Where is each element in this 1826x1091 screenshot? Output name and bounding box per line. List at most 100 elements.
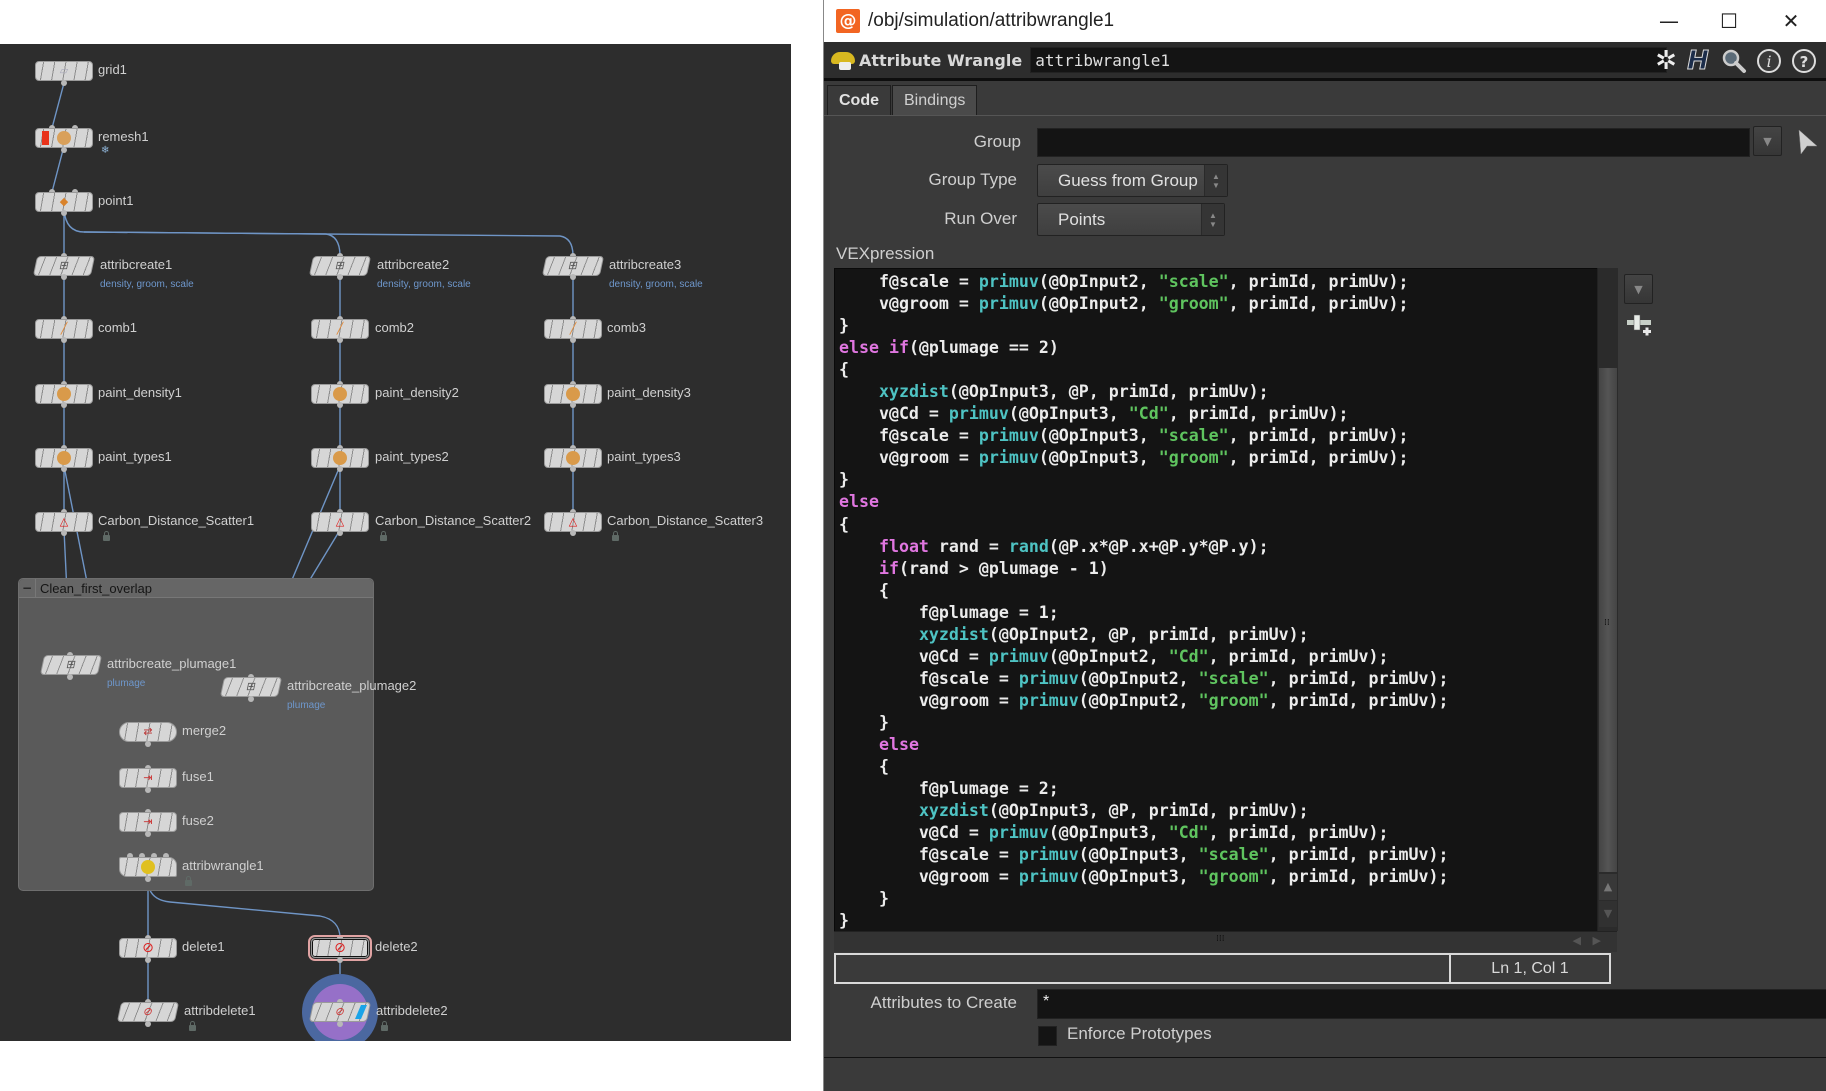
node-fuse1[interactable]: ⇥: [119, 768, 177, 788]
tab-code[interactable]: Code: [827, 85, 891, 115]
grid-icon: ▱: [59, 64, 69, 77]
remesh-icon: [57, 131, 71, 145]
scroll-down-button[interactable]: ▼: [1599, 901, 1617, 927]
node-merge2[interactable]: ⇄: [119, 722, 177, 742]
node-attribcreate-plumage1[interactable]: ⊞: [39, 655, 103, 675]
run-over-value: Points: [1058, 210, 1106, 229]
close-button[interactable]: ✕: [1761, 0, 1821, 42]
node-attribcreate-plumage2[interactable]: ⊞: [219, 677, 283, 697]
group-field[interactable]: [1037, 128, 1750, 157]
node-paint-types3[interactable]: [544, 448, 602, 468]
node-attribcreate2[interactable]: ⊞: [308, 256, 372, 276]
node-label: paint_density3: [607, 385, 691, 400]
paint-icon: [333, 451, 347, 465]
add-snippet-slider-icon[interactable]: [1624, 312, 1654, 346]
node-paint-types2[interactable]: [311, 448, 369, 468]
editor-vertical-scrollbar[interactable]: ⁞⁞ ▲ ▼: [1597, 268, 1618, 931]
node-label: paint_types2: [375, 449, 449, 464]
scatter-triangle-icon: △: [59, 515, 69, 528]
node-label: attribdelete1: [184, 1003, 256, 1018]
wire: [51, 82, 65, 129]
svg-text:?: ?: [1800, 53, 1809, 71]
node-carbon-distance-scatter1[interactable]: △: [35, 512, 93, 532]
group-type-label: Group Type: [928, 170, 1017, 189]
attributes-to-create-field[interactable]: *: [1037, 989, 1826, 1019]
node-delete2[interactable]: ⊘: [308, 935, 372, 961]
help-icon[interactable]: ?: [1790, 47, 1818, 75]
node-label: attribcreate3: [609, 257, 682, 272]
enforce-prototypes-checkbox[interactable]: [1038, 1026, 1057, 1046]
delete-prohibited-icon: ⊘: [334, 940, 346, 956]
network-view[interactable]: − Clean_first_overlap ▱ grid1 remesh1 ❄ …: [0, 44, 791, 1041]
minimize-button[interactable]: —: [1639, 0, 1699, 42]
node-label: Carbon_Distance_Scatter2: [375, 513, 532, 528]
node-label: comb1: [98, 320, 138, 335]
node-attribwrangle1[interactable]: [119, 857, 177, 877]
svg-text:i: i: [1766, 52, 1771, 71]
network-box-label: Clean_first_overlap: [40, 580, 153, 596]
node-paint-density1[interactable]: [35, 384, 93, 404]
node-carbon-distance-scatter2[interactable]: △: [311, 512, 369, 532]
comb-icon: ╱: [60, 322, 68, 335]
operator-bar: Attribute Wrangle attribwrangle1 ✲ H i ?: [824, 42, 1826, 81]
node-attribcreate3[interactable]: ⊞: [541, 256, 605, 276]
gear-icon[interactable]: ✲: [1652, 46, 1680, 76]
node-comb2[interactable]: ╱: [311, 319, 369, 339]
group-type-menu[interactable]: Guess from Group ▲ ▼: [1037, 164, 1228, 197]
run-over-menu[interactable]: Points ▲ ▼: [1037, 203, 1225, 236]
select-arrow-icon[interactable]: [1797, 128, 1819, 160]
node-carbon-distance-scatter3[interactable]: △: [544, 512, 602, 532]
node-remesh1[interactable]: [35, 128, 93, 148]
enforce-prototypes-label: Enforce Prototypes: [1067, 1024, 1212, 1043]
node-grid1[interactable]: ▱: [35, 61, 93, 81]
collapse-icon[interactable]: −: [19, 579, 36, 597]
wrangle-cowboy-icon[interactable]: [829, 46, 857, 74]
info-icon[interactable]: i: [1755, 47, 1783, 75]
node-label: Carbon_Distance_Scatter3: [607, 513, 764, 528]
node-attribdelete2[interactable]: ⊘: [308, 1002, 372, 1022]
editor-horizontal-scrollbar[interactable]: ⁞⁞⁞ ◀ ▶: [834, 931, 1617, 952]
node-label: comb3: [607, 320, 647, 335]
node-comment: plumage: [107, 678, 146, 689]
vex-code-editor[interactable]: f@scale = primuv(@OpInput2, "scale", pri…: [834, 268, 1599, 933]
node-comb1[interactable]: ╱: [35, 319, 93, 339]
node-point1[interactable]: ◆: [35, 192, 93, 212]
group-dropdown-button[interactable]: ▼: [1753, 126, 1782, 156]
node-label: paint_types3: [607, 449, 681, 464]
paint-icon: [333, 387, 347, 401]
node-fuse2[interactable]: ⇥: [119, 812, 177, 832]
scrollbar-thumb[interactable]: ⁞⁞: [1599, 368, 1617, 872]
node-comment: density, groom, scale: [100, 279, 194, 290]
vexpression-label: VEXpression: [836, 244, 935, 263]
node-paint-density3[interactable]: [544, 384, 602, 404]
operator-type: Attribute Wrangle: [859, 50, 1023, 70]
wrangle-cowboy-icon: [141, 860, 155, 874]
display-flag[interactable]: [42, 131, 49, 145]
lock-icon: [103, 531, 110, 541]
search-icon[interactable]: [1720, 47, 1748, 75]
node-paint-density2[interactable]: [311, 384, 369, 404]
maximize-button[interactable]: ☐: [1699, 0, 1759, 42]
scroll-left-button[interactable]: ◀: [1573, 934, 1581, 947]
tab-bindings[interactable]: Bindings: [892, 85, 978, 115]
node-comb3[interactable]: ╱: [544, 319, 602, 339]
operator-name-field[interactable]: attribwrangle1: [1030, 47, 1668, 73]
grip-icon: ⁞⁞: [1604, 618, 1610, 628]
delete-prohibited-icon: ⊘: [142, 940, 154, 956]
node-label: attribdelete2: [376, 1003, 448, 1018]
node-paint-types1[interactable]: [35, 448, 93, 468]
node-attribdelete1[interactable]: ⊘: [116, 1002, 180, 1022]
window-title: /obj/simulation/attribwrangle1: [868, 10, 1115, 31]
node-comment: density, groom, scale: [377, 279, 471, 290]
scroll-right-button[interactable]: ▶: [1593, 934, 1601, 947]
scroll-up-button[interactable]: ▲: [1599, 874, 1617, 900]
houdini-h-icon[interactable]: H: [1684, 46, 1712, 77]
node-label: attribcreate_plumage1: [107, 656, 237, 671]
node-delete1[interactable]: ⊘: [119, 938, 177, 958]
run-over-label: Run Over: [944, 209, 1017, 228]
node-attribcreate1[interactable]: ⊞: [32, 256, 96, 276]
node-label: fuse1: [182, 769, 214, 784]
title-bar[interactable]: @ /obj/simulation/attribwrangle1 — ☐ ✕: [824, 0, 1826, 42]
node-label: paint_types1: [98, 449, 172, 464]
editor-menu-dropdown-button[interactable]: ▼: [1624, 274, 1653, 304]
